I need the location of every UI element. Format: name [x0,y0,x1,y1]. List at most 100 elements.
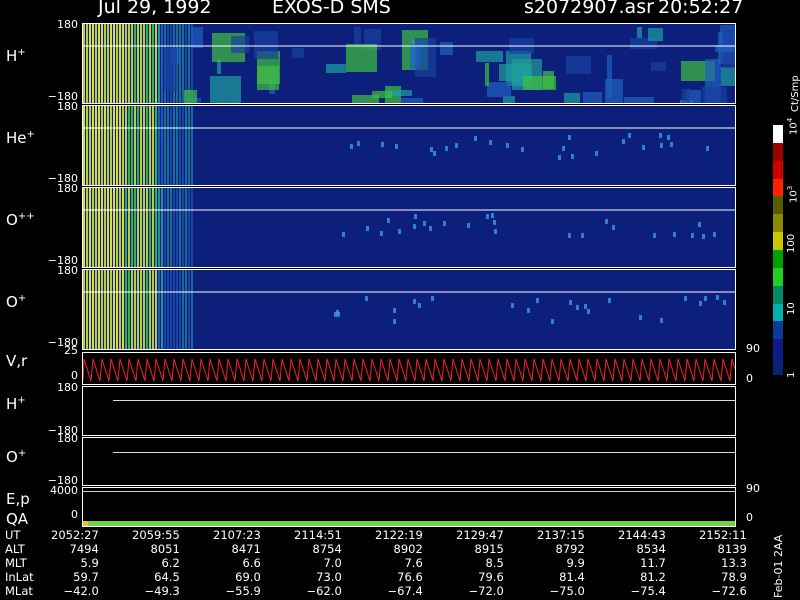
spectrogram-patch [381,142,384,147]
row-label: UT [5,528,21,542]
spectrogram-patch [494,229,497,234]
spectrogram-patch [684,296,687,301]
colorbar-segment [773,214,783,233]
table-cell: 2107:23 [213,528,261,542]
spectrogram-stripe [140,106,142,185]
spectrogram-stripe [191,270,193,349]
colorbar-unit: Ct/Smp [790,75,800,112]
spectrogram-stripe [146,24,148,103]
file-label: s2072907.asr [524,0,654,18]
spectrogram-stripe [98,106,100,185]
table-cell: 8915 [474,542,504,556]
spectrogram-patch [485,63,489,86]
spectrogram-stripe [101,24,103,103]
footer-code: Feb-01 2AA [772,534,785,598]
spectrogram-stripe [128,106,130,185]
spectrogram-patch [184,90,197,104]
species-name: O [6,211,18,229]
table-cell: 6.2 [161,556,180,570]
spectrogram-patch [440,42,453,55]
spectrogram-stripe [95,106,97,185]
spectrogram-patch [191,27,203,48]
vr-plot [82,358,740,382]
spectrogram-stripe [179,188,181,267]
spectrogram-patch [605,79,623,104]
table-cell: 8.5 [485,556,504,570]
spectrogram-stripe [83,106,85,185]
table-cell: 69.0 [235,570,261,584]
spectrogram-stripe [155,270,157,349]
spectrogram-stripe [182,270,184,349]
spectrogram-stripe [107,106,109,185]
spectrogram-patch [467,223,470,228]
spectrogram-patch [350,144,353,149]
spectrogram-patch [581,233,584,238]
table-cell: −72.6 [711,584,747,598]
spectrogram-stripe [89,188,91,267]
spectrogram-stripe [110,188,112,267]
colorbar-tick-label: 10 [786,302,797,315]
spectrogram-patch [605,219,608,224]
spectrogram-patch [673,232,676,237]
colorbar-tick-label: 103 [786,185,800,203]
table-cell: 7494 [69,542,99,556]
spectrogram-patch [566,56,591,74]
table-cell: 2052:27 [51,528,99,542]
spectrogram-stripe [191,188,193,267]
ep-panel [82,487,736,527]
spectrogram-stripe [161,270,163,349]
spectrogram-stripe [113,188,115,267]
spectrogram-stripe [134,106,136,185]
colorbar-segment [773,339,783,358]
spectrogram-patch [723,300,726,305]
ep-left-zero-tick: 0 [71,508,78,521]
colorbar-segment [773,303,783,322]
spectrogram-stripe [188,106,190,185]
spectrogram-stripe [98,24,100,103]
qa-bar [83,521,735,526]
table-row: InLat 59.7 64.5 69.0 73.0 76.6 79.6 81.4 81.2 78.… [0,570,747,584]
colorbar-segment [773,232,783,251]
spectrogram-stripe [155,24,157,103]
spectrogram-stripe [161,188,163,267]
spectrogram-top-tick: 180 [57,264,78,277]
spectrogram-patch [254,31,278,59]
spectrogram-patch [523,76,556,90]
spectrogram-patch [326,64,346,73]
spectrogram-stripe [113,106,115,185]
spectrogram-stripe [149,270,151,349]
spectrogram-label-1: He+ [6,129,35,147]
o-angle-trace [113,452,735,453]
table-cell: 2152:11 [699,528,747,542]
spectrogram-patch [704,296,707,301]
species-name: He [6,129,27,147]
table-row: ALT 7494 8051 8471 8754 8902 8915 8792 8534 8139 [0,542,747,556]
spectrogram-patch [433,151,436,156]
spectrogram-label-3: O+ [6,293,26,311]
spectrogram-patch [423,221,426,226]
spectrogram-top-tick: 180 [57,18,78,31]
spectrogram-stripe [92,270,94,349]
spectrogram-stripe [188,270,190,349]
spectrogram-stripe [116,24,118,103]
spectrogram-top-tick: 180 [57,100,78,113]
table-cell: 59.7 [73,570,99,584]
spectrogram-stripe [143,188,145,267]
row-label: ALT [5,542,25,556]
ep-right-top-tick: 90 [746,482,760,495]
spectrogram-patch [667,135,670,140]
spectrogram-patch [648,28,663,41]
spectrogram-stripe [173,106,175,185]
spectrogram-stripe [170,270,172,349]
table-cell: 2059:55 [132,528,180,542]
spectrogram-patch [659,133,662,138]
spectrogram-stripe [161,24,163,103]
spectrogram-stripe [113,270,115,349]
row-label: InLat [5,570,34,584]
h-angle-trace [113,400,735,401]
spectrogram-stripe [119,106,121,185]
spectrogram-stripe [185,106,187,185]
spectrogram-stripe [83,270,85,349]
spectrogram-stripe [125,188,127,267]
spectrogram-stripe [95,188,97,267]
